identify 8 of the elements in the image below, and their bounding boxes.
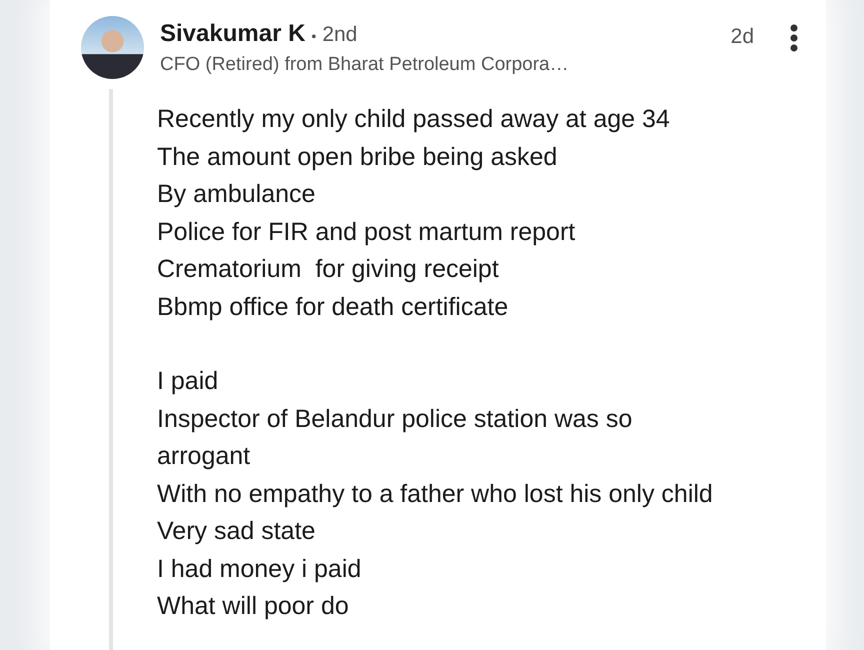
comment-paragraph: I paid Inspector of Belandur police station was so arrogant With no empathy to a father who lost his only child Very sad state I had money i paid What will poor do xyxy=(157,366,713,622)
author-headline: CFO (Retired) from Bharat Petroleum Corpora… xyxy=(160,54,570,76)
connection-degree: 2nd xyxy=(322,23,358,47)
comment-paragraph: Recently my only child passed away at age 34 The amount open bribe being asked By ambulance Police for FIR and post martum report Crematorium for giving receipt Bbmp office for death certificate xyxy=(157,104,671,322)
more-icon xyxy=(790,24,798,52)
author-name[interactable]: Sivakumar K xyxy=(160,20,306,48)
separator-dot: • xyxy=(311,28,316,44)
comment-time: 2d xyxy=(730,25,754,49)
